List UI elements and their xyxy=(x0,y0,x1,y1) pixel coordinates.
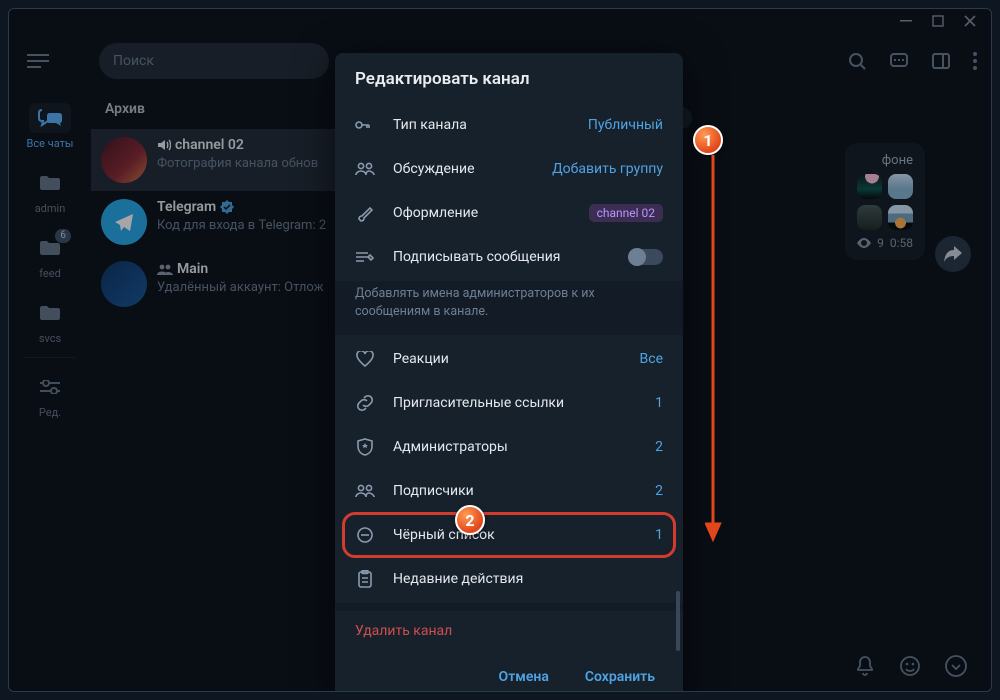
row-blacklist[interactable]: Чёрный список 1 xyxy=(345,515,673,555)
save-button[interactable]: Сохранить xyxy=(571,661,669,692)
row-discussion[interactable]: Обсуждение Добавить группу xyxy=(335,147,683,191)
row-recent-actions[interactable]: Недавние действия xyxy=(335,557,683,601)
row-value: Все xyxy=(640,351,663,367)
row-value: 1 xyxy=(655,527,663,543)
minus-circle-icon xyxy=(355,525,375,545)
row-sign-messages[interactable]: Подписывать сообщения xyxy=(335,235,683,279)
row-label: Тип канала xyxy=(393,117,570,133)
lock-icon xyxy=(355,115,375,135)
row-value: 2 xyxy=(655,439,663,455)
modal-title: Редактировать канал xyxy=(335,53,683,101)
row-invite-links[interactable]: Пригласительные ссылки 1 xyxy=(335,381,683,425)
row-value: Публичный xyxy=(588,117,663,133)
row-channel-type[interactable]: Тип канала Публичный xyxy=(335,103,683,147)
edit-channel-modal: Редактировать канал Тип канала Публичный… xyxy=(335,53,683,692)
sign-toggle[interactable] xyxy=(629,249,663,265)
row-value: 1 xyxy=(655,395,663,411)
sign-hint: Добавлять имена администраторов к их соо… xyxy=(335,281,683,335)
row-label: Обсуждение xyxy=(393,161,534,177)
row-label: Реакции xyxy=(393,351,622,367)
row-label: Подписывать сообщения xyxy=(393,249,611,265)
row-appearance[interactable]: Оформление channel 02 xyxy=(335,191,683,235)
heart-icon xyxy=(355,349,375,369)
row-label: Оформление xyxy=(393,205,571,221)
row-subscribers[interactable]: Подписчики 2 xyxy=(335,469,683,513)
cancel-button[interactable]: Отмена xyxy=(485,661,563,692)
row-admins[interactable]: Администраторы 2 xyxy=(335,425,683,469)
link-icon xyxy=(355,393,375,413)
row-delete-channel[interactable]: Удалить канал xyxy=(335,611,683,651)
appearance-chip: channel 02 xyxy=(589,204,663,222)
row-label: Подписчики xyxy=(393,483,637,499)
people-icon xyxy=(355,159,375,179)
row-label: Чёрный список xyxy=(393,527,637,543)
clipboard-icon xyxy=(355,569,375,589)
modal-scrollbar[interactable] xyxy=(675,113,681,651)
people-icon xyxy=(355,481,375,501)
row-label: Администраторы xyxy=(393,439,637,455)
row-label: Удалить канал xyxy=(355,623,663,639)
row-label: Недавние действия xyxy=(393,571,663,587)
shield-star-icon xyxy=(355,437,375,457)
brush-icon xyxy=(355,203,375,223)
row-label: Пригласительные ссылки xyxy=(393,395,637,411)
row-value: Добавить группу xyxy=(552,161,663,177)
row-value: 2 xyxy=(655,483,663,499)
row-reactions[interactable]: Реакции Все xyxy=(335,337,683,381)
signature-icon xyxy=(355,247,375,267)
